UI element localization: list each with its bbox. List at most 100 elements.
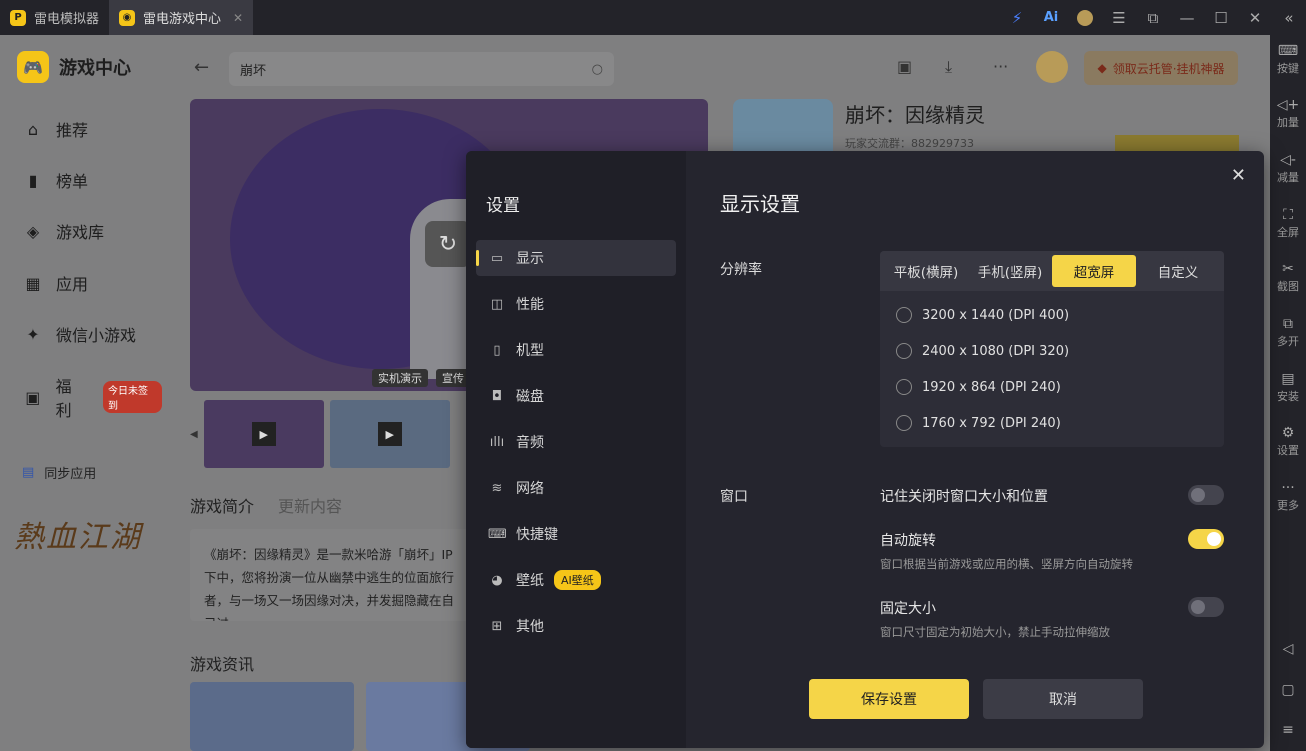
thumbnail[interactable]: ▶ (329, 400, 450, 468)
nav-welfare[interactable]: ▣ 福利 今日未签到 (22, 373, 162, 421)
settings-item-shortcuts[interactable]: ⌨ 快捷键 (476, 516, 676, 552)
toolbar-settings[interactable]: ⚙ 设置 (1270, 424, 1306, 458)
res-tab-custom[interactable]: 自定义 (1136, 255, 1220, 287)
download-icon[interactable]: ⤓ (945, 57, 952, 77)
news-card[interactable] (190, 682, 354, 751)
more-icon: ··· (1281, 480, 1295, 496)
android-home-button[interactable]: ▢ (1270, 681, 1306, 699)
toolbar-volume-up[interactable]: ◁+ 加量 (1270, 96, 1306, 130)
resolution-option[interactable]: 2400 x 1080 (DPI 320) (896, 343, 1069, 359)
toolbar-volume-down[interactable]: ◁- 减量 (1270, 151, 1306, 185)
remember-window-toggle[interactable] (1188, 485, 1224, 505)
auto-rotate-label: 自动旋转 (880, 533, 936, 549)
settings-item-display[interactable]: ▭ 显示 (476, 240, 676, 276)
recents-icon: ≡ (1282, 722, 1294, 738)
ai-assistant-button[interactable]: Ai (1034, 0, 1068, 35)
replay-icon[interactable]: ↻ (425, 221, 471, 267)
auto-rotate-desc: 窗口根据当前游戏或应用的横、竖屏方向自动旋转 (880, 557, 1133, 571)
promo-game-logo[interactable]: 熱血江湖 (14, 512, 142, 556)
settings-item-label: 壁纸 (516, 573, 544, 589)
avatar[interactable] (1036, 51, 1068, 83)
android-recents-button[interactable]: ≡ (1270, 721, 1306, 739)
sync-apps[interactable]: ▤ 同步应用 (22, 463, 96, 482)
search-value: 崩坏 (240, 63, 267, 79)
bar-chart-icon: ▮ (28, 170, 38, 190)
nav-ranking[interactable]: ▮ 榜单 (22, 168, 88, 192)
nav-label: 榜单 (56, 172, 89, 191)
volume-up-icon: ◁+ (1276, 97, 1300, 113)
save-button[interactable]: 保存设置 (809, 679, 969, 719)
cloud-hosting-promo[interactable]: ◆ 领取云托管·挂机神器 (1084, 51, 1238, 85)
player-group[interactable]: 玩家交流群：882929733 (845, 135, 974, 151)
nav-recommend[interactable]: ⌂ 推荐 (22, 117, 88, 141)
tab-intro[interactable]: 游戏简介 (190, 493, 254, 517)
prev-arrow-icon[interactable]: ◀ (190, 429, 198, 440)
tab-updates[interactable]: 更新内容 (278, 493, 342, 517)
settings-item-network[interactable]: ≋ 网络 (476, 470, 676, 506)
settings-item-performance[interactable]: ◫ 性能 (476, 286, 676, 322)
thumbnail[interactable]: ▶ (203, 400, 324, 468)
pin-icon[interactable]: ⧉ (1136, 0, 1170, 35)
gamepad-icon: ◈ (26, 221, 40, 241)
toolbar-install[interactable]: ▤ 安装 (1270, 370, 1306, 404)
wechat-game-icon: ✦ (26, 324, 40, 344)
collapse-sidebar-icon[interactable]: « (1272, 0, 1306, 35)
toolbar-fullscreen[interactable]: ⛶ 全屏 (1270, 206, 1306, 240)
user-avatar-icon[interactable] (1068, 0, 1102, 35)
radio-circle[interactable] (896, 307, 912, 323)
settings-item-label: 其他 (516, 619, 544, 635)
radio-circle[interactable] (896, 415, 912, 431)
ai-wallpaper-badge: AI壁纸 (554, 570, 601, 590)
more-dots-icon[interactable]: ··· (993, 57, 1008, 76)
display-settings-title: 显示设置 (720, 192, 800, 216)
maximize-icon[interactable]: ☐ (1204, 0, 1238, 35)
settings-item-label: 快捷键 (516, 527, 558, 543)
lightning-icon[interactable]: ⚡ (1000, 0, 1034, 35)
menu-icon[interactable]: ☰ (1102, 0, 1136, 35)
nav-label: 福利 (55, 377, 72, 420)
settings-item-label: 磁盘 (516, 389, 544, 405)
settings-item-wallpaper[interactable]: ◕ 壁纸 AI壁纸 (476, 562, 676, 598)
toolbar-keymap[interactable]: ⌨ 按键 (1270, 42, 1306, 76)
radio-circle[interactable] (896, 379, 912, 395)
calendar-icon[interactable]: ▣ (897, 57, 912, 76)
toolbar-more[interactable]: ··· 更多 (1270, 479, 1306, 513)
checkin-badge: 今日未签到 (102, 381, 162, 413)
settings-item-other[interactable]: ⊞ 其他 (476, 608, 676, 644)
keyboard-icon: ⌨ (488, 526, 507, 542)
remember-window-label: 记住关闭时窗口大小和位置 (880, 489, 1048, 505)
res-tab-ultrawide[interactable]: 超宽屏 (1052, 255, 1136, 287)
nav-wechat-games[interactable]: ✦ 微信小游戏 (22, 322, 136, 346)
toolbar-multi[interactable]: ⧉ 多开 (1270, 315, 1306, 349)
ai-label: Ai (1043, 10, 1059, 25)
settings-item-label: 机型 (516, 343, 544, 359)
tab-game-center[interactable]: ◉ 雷电游戏中心 ✕ (109, 0, 254, 35)
resolution-mode-tabs: 平板(横屏) 手机(竖屏) 超宽屏 自定义 (880, 251, 1224, 291)
nav-apps[interactable]: ▦ 应用 (22, 271, 88, 295)
settings-item-disk[interactable]: ◘ 磁盘 (476, 378, 676, 414)
nav-game-library[interactable]: ◈ 游戏库 (22, 219, 104, 243)
close-window-icon[interactable]: ✕ (1238, 0, 1272, 35)
close-icon[interactable]: ✕ (1231, 165, 1246, 186)
radio-circle[interactable] (896, 343, 912, 359)
audio-icon: ıllı (489, 434, 505, 450)
settings-item-audio[interactable]: ıllı 音频 (476, 424, 676, 460)
res-tab-phone[interactable]: 手机(竖屏) (968, 255, 1052, 287)
fixed-size-toggle[interactable] (1188, 597, 1224, 617)
res-tab-tablet[interactable]: 平板(横屏) (884, 255, 968, 287)
resolution-option[interactable]: 1920 x 864 (DPI 240) (896, 379, 1061, 395)
search-icon[interactable]: ○ (592, 62, 603, 77)
close-tab-icon[interactable]: ✕ (233, 11, 243, 25)
settings-item-device[interactable]: ▯ 机型 (476, 332, 676, 368)
auto-rotate-toggle[interactable] (1188, 529, 1224, 549)
cancel-button[interactable]: 取消 (983, 679, 1143, 719)
back-arrow-icon[interactable]: ← (194, 57, 209, 78)
resolution-option[interactable]: 3200 x 1440 (DPI 400) (896, 307, 1069, 323)
android-back-button[interactable]: ◁ (1270, 640, 1306, 658)
resolution-option[interactable]: 1760 x 792 (DPI 240) (896, 415, 1061, 431)
tab-emulator[interactable]: P 雷电模拟器 (0, 0, 109, 35)
minimize-icon[interactable]: — (1170, 0, 1204, 35)
search-input[interactable]: 崩坏 ○ (229, 52, 614, 86)
toolbar-screenshot[interactable]: ✂ 截图 (1270, 260, 1306, 294)
resolution-panel: 平板(横屏) 手机(竖屏) 超宽屏 自定义 3200 x 1440 (DPI 4… (880, 251, 1224, 447)
